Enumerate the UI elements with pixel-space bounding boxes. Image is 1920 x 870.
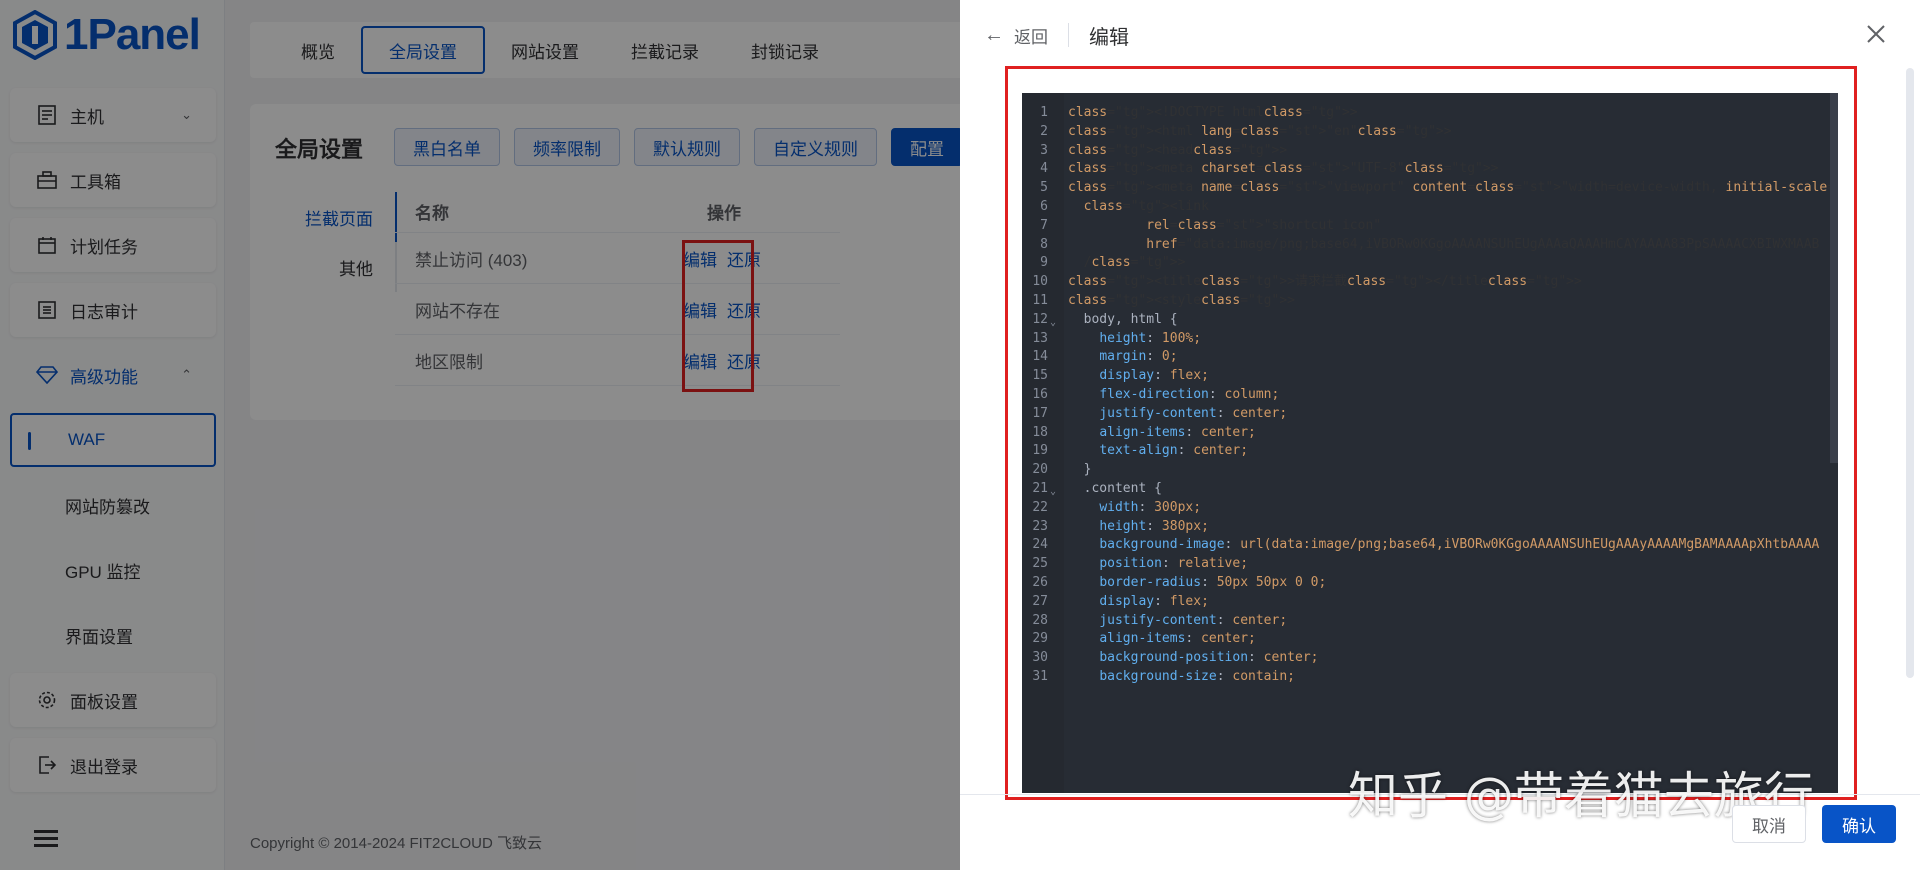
arrow-left-icon[interactable]: ←: [984, 24, 1004, 47]
modal-overlay[interactable]: [0, 0, 960, 870]
close-icon[interactable]: [1862, 20, 1890, 48]
cancel-button[interactable]: 取消: [1732, 805, 1806, 843]
editor-highlight: [1005, 66, 1857, 800]
confirm-button[interactable]: 确认: [1822, 805, 1896, 843]
divider: [1068, 23, 1069, 47]
drawer-title: 编辑: [1089, 26, 1129, 49]
drawer-header: ← 返回 编辑: [984, 20, 1129, 50]
drawer-scrollbar[interactable]: [1906, 68, 1914, 678]
back-button[interactable]: 返回: [1014, 23, 1048, 48]
